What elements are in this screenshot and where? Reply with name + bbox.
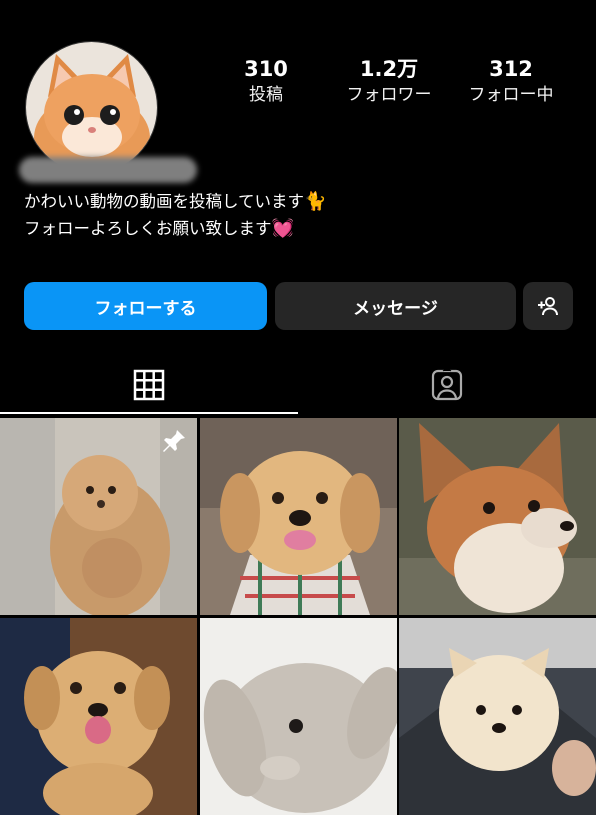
tagged-person-icon [431, 368, 463, 401]
tab-posts-grid[interactable] [0, 360, 298, 410]
suggest-people-button[interactable] [523, 282, 573, 330]
post-thumbnail[interactable] [0, 618, 197, 815]
stat-following-count: 312 [489, 57, 533, 81]
message-button[interactable]: メッセージ [275, 282, 516, 330]
post-thumbnail[interactable] [200, 618, 397, 815]
bio-line-1: かわいい動物の動画を投稿しています🐈 [24, 191, 327, 212]
follow-button[interactable]: フォローする [24, 282, 267, 330]
profile-bio: かわいい動物の動画を投稿しています🐈 フォローよろしくお願い致します💓 [24, 188, 326, 242]
bio-line-2: フォローよろしくお願い致します💓 [24, 218, 294, 239]
profile-name-redacted [19, 157, 197, 183]
golden-puppy-image [200, 418, 397, 615]
pin-icon [163, 430, 185, 452]
stat-followers[interactable]: 1.2万 フォロワー [333, 55, 445, 107]
fox-kit-image [399, 418, 596, 615]
heart-emoji: 💓 [271, 218, 294, 239]
post-thumbnail[interactable] [200, 418, 397, 615]
golden-puppy-tongue-image [0, 618, 197, 815]
active-tab-indicator [0, 412, 298, 414]
lop-rabbit-image [200, 618, 397, 815]
stat-following[interactable]: 312 フォロー中 [458, 55, 564, 107]
stat-followers-label: フォロワー [346, 85, 432, 105]
cat-emoji: 🐈 [304, 191, 327, 212]
kitten-avatar-icon [26, 42, 157, 173]
stat-followers-count: 1.2万 [359, 57, 419, 81]
pomeranian-puppy-image [399, 618, 596, 815]
stat-following-label: フォロー中 [468, 85, 554, 105]
stat-posts: 310 投稿 [225, 55, 307, 107]
tab-tagged[interactable] [298, 360, 596, 410]
stat-posts-count: 310 [244, 57, 288, 81]
post-thumbnail[interactable] [399, 418, 596, 615]
grid-icon [133, 369, 165, 401]
profile-avatar[interactable] [25, 41, 158, 174]
stat-posts-label: 投稿 [249, 85, 283, 105]
post-thumbnail[interactable] [0, 418, 197, 615]
post-thumbnail[interactable] [399, 618, 596, 815]
add-person-icon [538, 297, 558, 316]
